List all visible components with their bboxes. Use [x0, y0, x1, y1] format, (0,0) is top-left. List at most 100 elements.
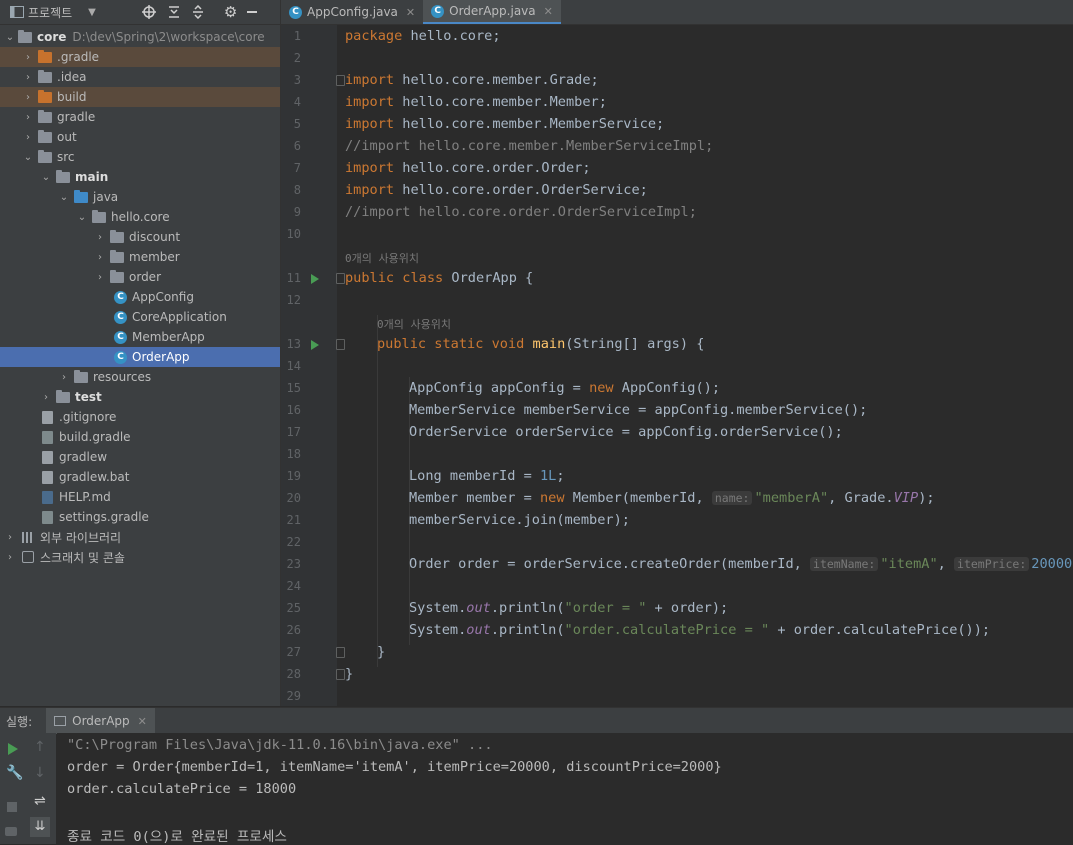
fold-icon[interactable] — [336, 669, 345, 680]
tree-item-gitignore[interactable]: .gitignore — [0, 407, 280, 427]
fold-icon[interactable] — [336, 273, 345, 284]
line-number: 26 — [286, 623, 301, 637]
fold-icon[interactable] — [336, 647, 345, 658]
tree-item-gradle-dir[interactable]: › .gradle — [0, 47, 280, 67]
code-line: import hello.core.order.OrderService; — [345, 182, 648, 198]
tab-appconfig[interactable]: C AppConfig.java ✕ — [281, 0, 423, 24]
close-icon[interactable]: ✕ — [544, 5, 553, 18]
console-output[interactable]: "C:\Program Files\Java\jdk-11.0.16\bin\j… — [57, 733, 1073, 845]
project-header: 프로젝트 ▼ ⚙ — [0, 0, 280, 25]
console-line: order = Order{memberId=1, itemName='item… — [67, 759, 722, 775]
run-label: 실행: — [6, 714, 33, 729]
tree-item-order[interactable]: › order — [0, 267, 280, 287]
code-line: System.out.println("order.calculatePrice… — [409, 622, 991, 638]
close-icon[interactable]: ✕ — [406, 6, 415, 19]
tree-item-src[interactable]: ⌄ src — [0, 147, 280, 167]
line-number: 1 — [293, 29, 301, 43]
line-number: 14 — [286, 359, 301, 373]
gear-icon[interactable]: ⚙ — [224, 3, 237, 21]
tab-orderapp[interactable]: C OrderApp.java ✕ — [423, 0, 561, 24]
tree-item-java[interactable]: ⌄ java — [0, 187, 280, 207]
soft-wrap-icon[interactable]: ⇌ — [34, 793, 46, 809]
tree-item-settings-gradle[interactable]: settings.gradle — [0, 507, 280, 527]
line-number: 4 — [293, 95, 301, 109]
tree-item-build-gradle[interactable]: build.gradle — [0, 427, 280, 447]
tree-item-gradlew[interactable]: gradlew — [0, 447, 280, 467]
tree-item-main[interactable]: ⌄ main — [0, 167, 280, 187]
class-icon: C — [289, 5, 302, 19]
tree-item-help-md[interactable]: HELP.md — [0, 487, 280, 507]
tree-item-test[interactable]: › test — [0, 387, 280, 407]
stop-icon[interactable] — [7, 802, 17, 812]
line-number: 2 — [293, 51, 301, 65]
wrench-icon[interactable]: 🔧 — [6, 765, 23, 781]
code-line: public static void main(String[] args) { — [377, 336, 705, 352]
collapse-all-icon[interactable] — [192, 5, 204, 19]
run-side-toolbar: ↑ 🔧 ↓ ⇌ ⇊ — [0, 733, 56, 844]
editor-tabs: C AppConfig.java ✕ C OrderApp.java ✕ — [281, 0, 1073, 25]
tree-item-gradlew-bat[interactable]: gradlew.bat — [0, 467, 280, 487]
tree-item-discount[interactable]: › discount — [0, 227, 280, 247]
code-line: import hello.core.member.MemberService; — [345, 116, 665, 132]
class-icon: C — [114, 350, 127, 364]
code-line: MemberService memberService = appConfig.… — [409, 402, 868, 418]
gradle-icon — [42, 510, 53, 524]
class-icon: C — [431, 4, 445, 18]
tree-item-scratches[interactable]: › 스크래치 및 콘솔 — [0, 547, 280, 567]
minimize-icon[interactable] — [247, 11, 258, 13]
tree-item-orderapp[interactable]: C OrderApp — [0, 347, 280, 367]
fold-icon[interactable] — [336, 339, 345, 350]
tree-item-appconfig[interactable]: C AppConfig — [0, 287, 280, 307]
code-line: import hello.core.member.Grade; — [345, 72, 599, 88]
code-line: } — [377, 644, 386, 660]
line-number: 16 — [286, 403, 301, 417]
tree-item-core[interactable]: ⌄ core D:\dev\Spring\2\workspace\core — [0, 27, 280, 47]
tree-item-member[interactable]: › member — [0, 247, 280, 267]
code-line: //import hello.core.member.MemberService… — [345, 138, 714, 154]
arrow-up-icon[interactable]: ↑ — [34, 739, 46, 755]
tree-item-memberapp[interactable]: C MemberApp — [0, 327, 280, 347]
usage-hint[interactable]: 0개의 사용위치 — [377, 316, 451, 332]
tree-item-out[interactable]: › out — [0, 127, 280, 147]
tree-item-resources[interactable]: › resources — [0, 367, 280, 387]
scroll-to-end-icon[interactable]: ⇊ — [30, 817, 50, 837]
chevron-down-icon[interactable]: ▼ — [88, 7, 96, 18]
code-editor[interactable]: 1 2 3 4 5 6 7 8 9 10 11 12 13 14 15 16 1… — [281, 25, 1073, 706]
tree-item-gradle[interactable]: › gradle — [0, 107, 280, 127]
usage-hint[interactable]: 0개의 사용위치 — [345, 250, 419, 266]
code-line: import hello.core.order.Order; — [345, 160, 591, 176]
code-line: OrderService orderService = appConfig.or… — [409, 424, 843, 440]
camera-icon[interactable] — [5, 827, 17, 836]
line-number: 20 — [286, 491, 301, 505]
line-number: 11 — [286, 271, 301, 285]
class-icon: C — [114, 310, 127, 324]
class-icon: C — [114, 290, 127, 304]
run-gutter-icon[interactable] — [311, 274, 319, 284]
markdown-icon — [42, 490, 53, 504]
run-tab[interactable]: OrderApp ✕ — [46, 708, 155, 734]
line-number: 6 — [293, 139, 301, 153]
line-number: 29 — [286, 689, 301, 703]
line-number: 23 — [286, 557, 301, 571]
tree-item-hello-core[interactable]: ⌄ hello.core — [0, 207, 280, 227]
rerun-icon[interactable] — [8, 743, 18, 755]
line-number: 28 — [286, 667, 301, 681]
fold-icon[interactable] — [336, 75, 345, 86]
expand-all-icon[interactable] — [168, 5, 180, 19]
project-header-label[interactable]: 프로젝트 — [28, 4, 72, 21]
class-icon: C — [114, 330, 127, 344]
line-number: 3 — [293, 73, 301, 87]
tree-item-coreapplication[interactable]: C CoreApplication — [0, 307, 280, 327]
tree-item-external-libraries[interactable]: › 외부 라이브러리 — [0, 527, 280, 547]
param-hint: itemName: — [810, 557, 879, 571]
line-number: 17 — [286, 425, 301, 439]
tree-item-build[interactable]: › build — [0, 87, 280, 107]
run-gutter-icon[interactable] — [311, 340, 319, 350]
arrow-down-icon[interactable]: ↓ — [34, 765, 46, 781]
locate-icon[interactable] — [141, 5, 156, 19]
tree-item-idea[interactable]: › .idea — [0, 67, 280, 87]
line-number: 24 — [286, 579, 301, 593]
close-icon[interactable]: ✕ — [138, 715, 147, 728]
file-icon — [42, 410, 53, 424]
project-view-icon[interactable] — [10, 6, 24, 18]
